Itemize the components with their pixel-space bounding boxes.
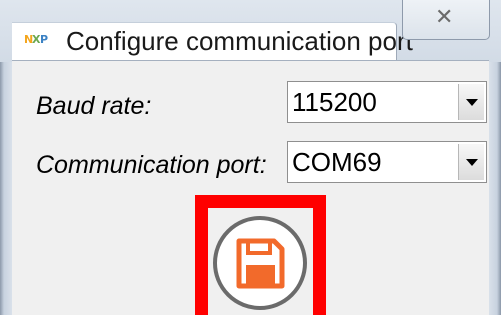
window-title: Configure communication port <box>66 26 413 56</box>
nxp-logo-icon: N X P <box>22 30 50 48</box>
svg-text:P: P <box>40 33 48 46</box>
baud-rate-label: Baud rate: <box>36 92 152 120</box>
communication-port-dropdown-button[interactable] <box>458 144 484 180</box>
communication-port-label: Communication port: <box>36 151 267 179</box>
baud-rate-select[interactable]: 115200 <box>287 81 487 123</box>
communication-port-value: COM69 <box>292 147 382 177</box>
save-button[interactable] <box>208 211 312 315</box>
baud-rate-dropdown-button[interactable] <box>458 84 484 120</box>
chevron-down-icon <box>466 99 478 106</box>
communication-port-select[interactable]: COM69 <box>287 141 487 183</box>
dialog-window: N X P Configure communication port ✕ Bau… <box>0 0 501 315</box>
floppy-disk-icon <box>213 216 307 310</box>
baud-rate-value: 115200 <box>292 87 377 117</box>
close-button[interactable]: ✕ <box>402 0 490 40</box>
close-icon: ✕ <box>435 5 454 30</box>
chevron-down-icon <box>466 159 478 166</box>
